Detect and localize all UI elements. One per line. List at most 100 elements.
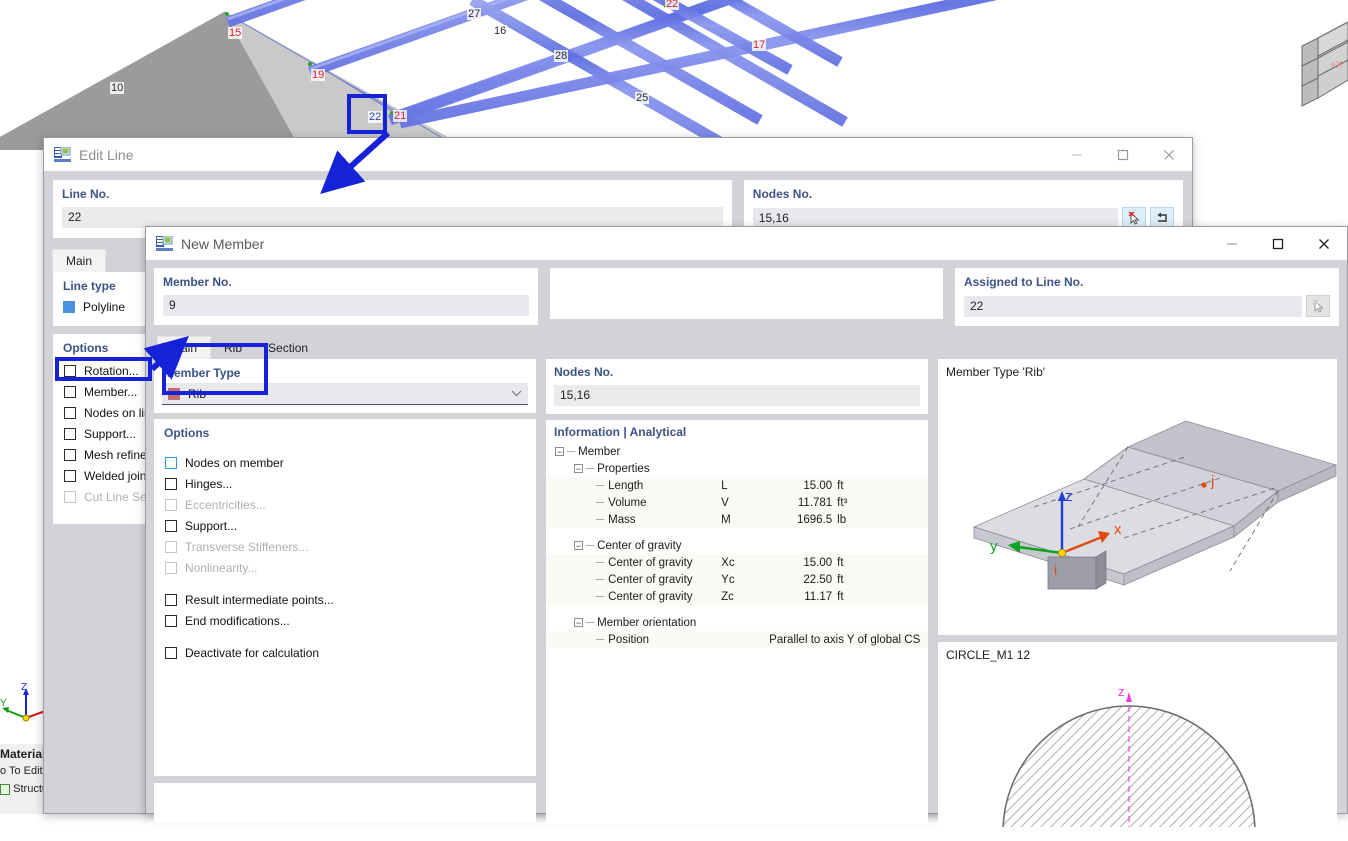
new-member-titlebar[interactable]: New Member bbox=[146, 227, 1347, 260]
svg-text:Y: Y bbox=[0, 698, 7, 709]
maximize-icon[interactable] bbox=[1255, 227, 1301, 260]
minimize-icon[interactable] bbox=[1209, 227, 1255, 260]
checkbox-icon[interactable] bbox=[64, 385, 76, 398]
pick-cursor-icon[interactable] bbox=[1306, 295, 1330, 317]
tree-row-name: Position bbox=[608, 633, 650, 646]
structure-icon bbox=[0, 783, 11, 795]
checkbox-icon[interactable] bbox=[64, 427, 76, 440]
collapse-icon[interactable]: − bbox=[555, 447, 564, 456]
close-icon[interactable] bbox=[1301, 227, 1347, 260]
edit-line-window-buttons[interactable] bbox=[1054, 138, 1192, 171]
edit-line-titlebar[interactable]: Edit Line bbox=[44, 138, 1192, 171]
new-member-tabstrip[interactable]: Main Rib Section bbox=[146, 335, 1347, 359]
checkbox-label: Nodes on member bbox=[185, 455, 284, 470]
line-type-swatch bbox=[63, 301, 75, 313]
left-dock-menu[interactable]: o To Edit bbox=[0, 761, 48, 777]
tree-row-value: 15.00 bbox=[803, 556, 833, 569]
tree-row-symbol: Xc bbox=[721, 556, 735, 569]
member-type-panel: Member Type Rib bbox=[154, 359, 536, 413]
tab-section[interactable]: Section bbox=[255, 337, 321, 359]
checkbox-icon[interactable] bbox=[165, 614, 177, 627]
tab-rib[interactable]: Rib bbox=[211, 337, 255, 359]
new-member-window-buttons[interactable] bbox=[1209, 227, 1347, 260]
checkbox-icon[interactable] bbox=[165, 456, 177, 469]
checkbox-icon[interactable] bbox=[165, 646, 177, 659]
checkbox-label: Deactivate for calculation bbox=[185, 645, 320, 660]
tree-row-name: Volume bbox=[608, 496, 647, 509]
checkbox-icon[interactable] bbox=[64, 406, 76, 419]
checkbox-label: Cut Line Sett bbox=[84, 489, 154, 504]
checkbox-label: Nodes on lin bbox=[84, 405, 151, 420]
checkbox-deactivate-for-calculation[interactable]: Deactivate for calculation bbox=[154, 642, 536, 663]
minimize-icon[interactable] bbox=[1054, 138, 1100, 171]
section-preview-caption: CIRCLE_M1 12 bbox=[946, 648, 1031, 662]
tree-row-length: ─ Length L 15.00 ft bbox=[546, 477, 928, 494]
chevron-down-icon[interactable] bbox=[511, 388, 522, 400]
checkbox-icon[interactable] bbox=[64, 364, 76, 377]
tree-row-symbol: L bbox=[721, 479, 728, 492]
checkbox-icon[interactable] bbox=[64, 469, 76, 482]
tree-group-properties[interactable]: − ─ Properties bbox=[546, 460, 928, 477]
checkbox-icon[interactable] bbox=[165, 477, 177, 490]
checkbox-label: Member... bbox=[84, 384, 138, 399]
tree-row-name: Center of gravity bbox=[608, 573, 693, 586]
checkbox-nodes-on-member[interactable]: Nodes on member bbox=[154, 452, 536, 473]
checkbox-icon bbox=[165, 561, 177, 574]
tree-node-label: Member orientation bbox=[597, 616, 697, 629]
member-type-value: Rib bbox=[188, 386, 207, 401]
tree-group-member-orientation[interactable]: − ─ Member orientation bbox=[546, 614, 928, 631]
close-icon[interactable] bbox=[1146, 138, 1192, 171]
preview-axis-y: y bbox=[990, 538, 998, 555]
left-dock-row[interactable]: Structu bbox=[0, 777, 48, 795]
line-no-input[interactable]: 22 bbox=[62, 207, 723, 228]
member-no-input[interactable]: 9 bbox=[163, 295, 530, 316]
tab-main[interactable]: Main bbox=[157, 336, 212, 359]
information-tree[interactable]: − ─ Member − ─ Properties ─ Length L 15.… bbox=[546, 443, 928, 648]
new-member-options-panel: Options Nodes on member Hinges... Eccent… bbox=[154, 419, 536, 776]
section-preview-graphic: z y bbox=[1002, 684, 1256, 827]
tree-row-position: ─ Position Parallel to axis Y of global … bbox=[546, 631, 928, 648]
new-member-dialog[interactable]: New Member Member No. 9 Assigned to Line… bbox=[145, 226, 1348, 833]
tree-group-center-of-gravity[interactable]: − ─ Center of gravity bbox=[546, 537, 928, 554]
tree-row-value: 15.00 bbox=[803, 479, 833, 492]
preview-node-i: i bbox=[1054, 562, 1057, 578]
preview-axis-z: z bbox=[1065, 488, 1073, 505]
checkbox-label: Mesh refiner bbox=[84, 447, 151, 462]
tree-row-cog-x: ─ Center of gravity Xc 15.00 ft bbox=[546, 554, 928, 571]
member-type-swatch bbox=[168, 387, 180, 400]
tree-row-unit: ft bbox=[837, 479, 844, 492]
checkbox-result-intermediate-points[interactable]: Result intermediate points... bbox=[154, 589, 536, 610]
checkbox-icon[interactable] bbox=[165, 519, 177, 532]
collapse-icon[interactable]: − bbox=[574, 541, 583, 550]
member-preview-graphic: z x y i j bbox=[972, 420, 1337, 590]
tab-main[interactable]: Main bbox=[52, 249, 107, 272]
member-type-combo[interactable]: Rib bbox=[162, 383, 528, 405]
checkbox-label: Result intermediate points... bbox=[185, 592, 334, 607]
checkbox-label: End modifications... bbox=[185, 613, 290, 628]
checkbox-end-modifications[interactable]: End modifications... bbox=[154, 610, 536, 631]
nodes-no-field-group: Nodes No. 15,16 bbox=[546, 359, 928, 414]
tree-row-value: 1696.5 bbox=[796, 513, 833, 526]
tree-row-unit: ft bbox=[837, 556, 844, 569]
new-member-title: New Member bbox=[181, 235, 265, 252]
viewport-label-22: 22 bbox=[368, 111, 383, 123]
nodes-no-input[interactable]: 15,16 bbox=[554, 385, 920, 406]
checkbox-icon[interactable] bbox=[165, 593, 177, 606]
tree-row-text: Parallel to axis Y of global CS bbox=[769, 633, 921, 646]
line-no-label: Line No. bbox=[62, 187, 110, 201]
edit-line-title: Edit Line bbox=[79, 146, 134, 163]
checkbox-label: Support... bbox=[84, 426, 137, 441]
collapse-icon[interactable]: − bbox=[574, 464, 583, 473]
checkbox-support[interactable]: Support... bbox=[154, 515, 536, 536]
tree-root-member[interactable]: − ─ Member bbox=[546, 443, 928, 460]
tree-row-cog-y: ─ Center of gravity Yc 22.50 ft bbox=[546, 571, 928, 588]
checkbox-hinges[interactable]: Hinges... bbox=[154, 473, 536, 494]
collapse-icon[interactable]: − bbox=[574, 618, 583, 627]
view-cube-gizmo[interactable]: +X bbox=[1290, 18, 1348, 110]
assigned-line-input[interactable]: 22 bbox=[963, 296, 1302, 317]
checkbox-icon[interactable] bbox=[64, 448, 76, 461]
tree-row-symbol: M bbox=[721, 513, 731, 526]
left-dock-panel[interactable]: Materials o To Edit Structu bbox=[0, 744, 49, 814]
maximize-icon[interactable] bbox=[1100, 138, 1146, 171]
checkbox-label: Nonlinearity... bbox=[185, 560, 258, 575]
